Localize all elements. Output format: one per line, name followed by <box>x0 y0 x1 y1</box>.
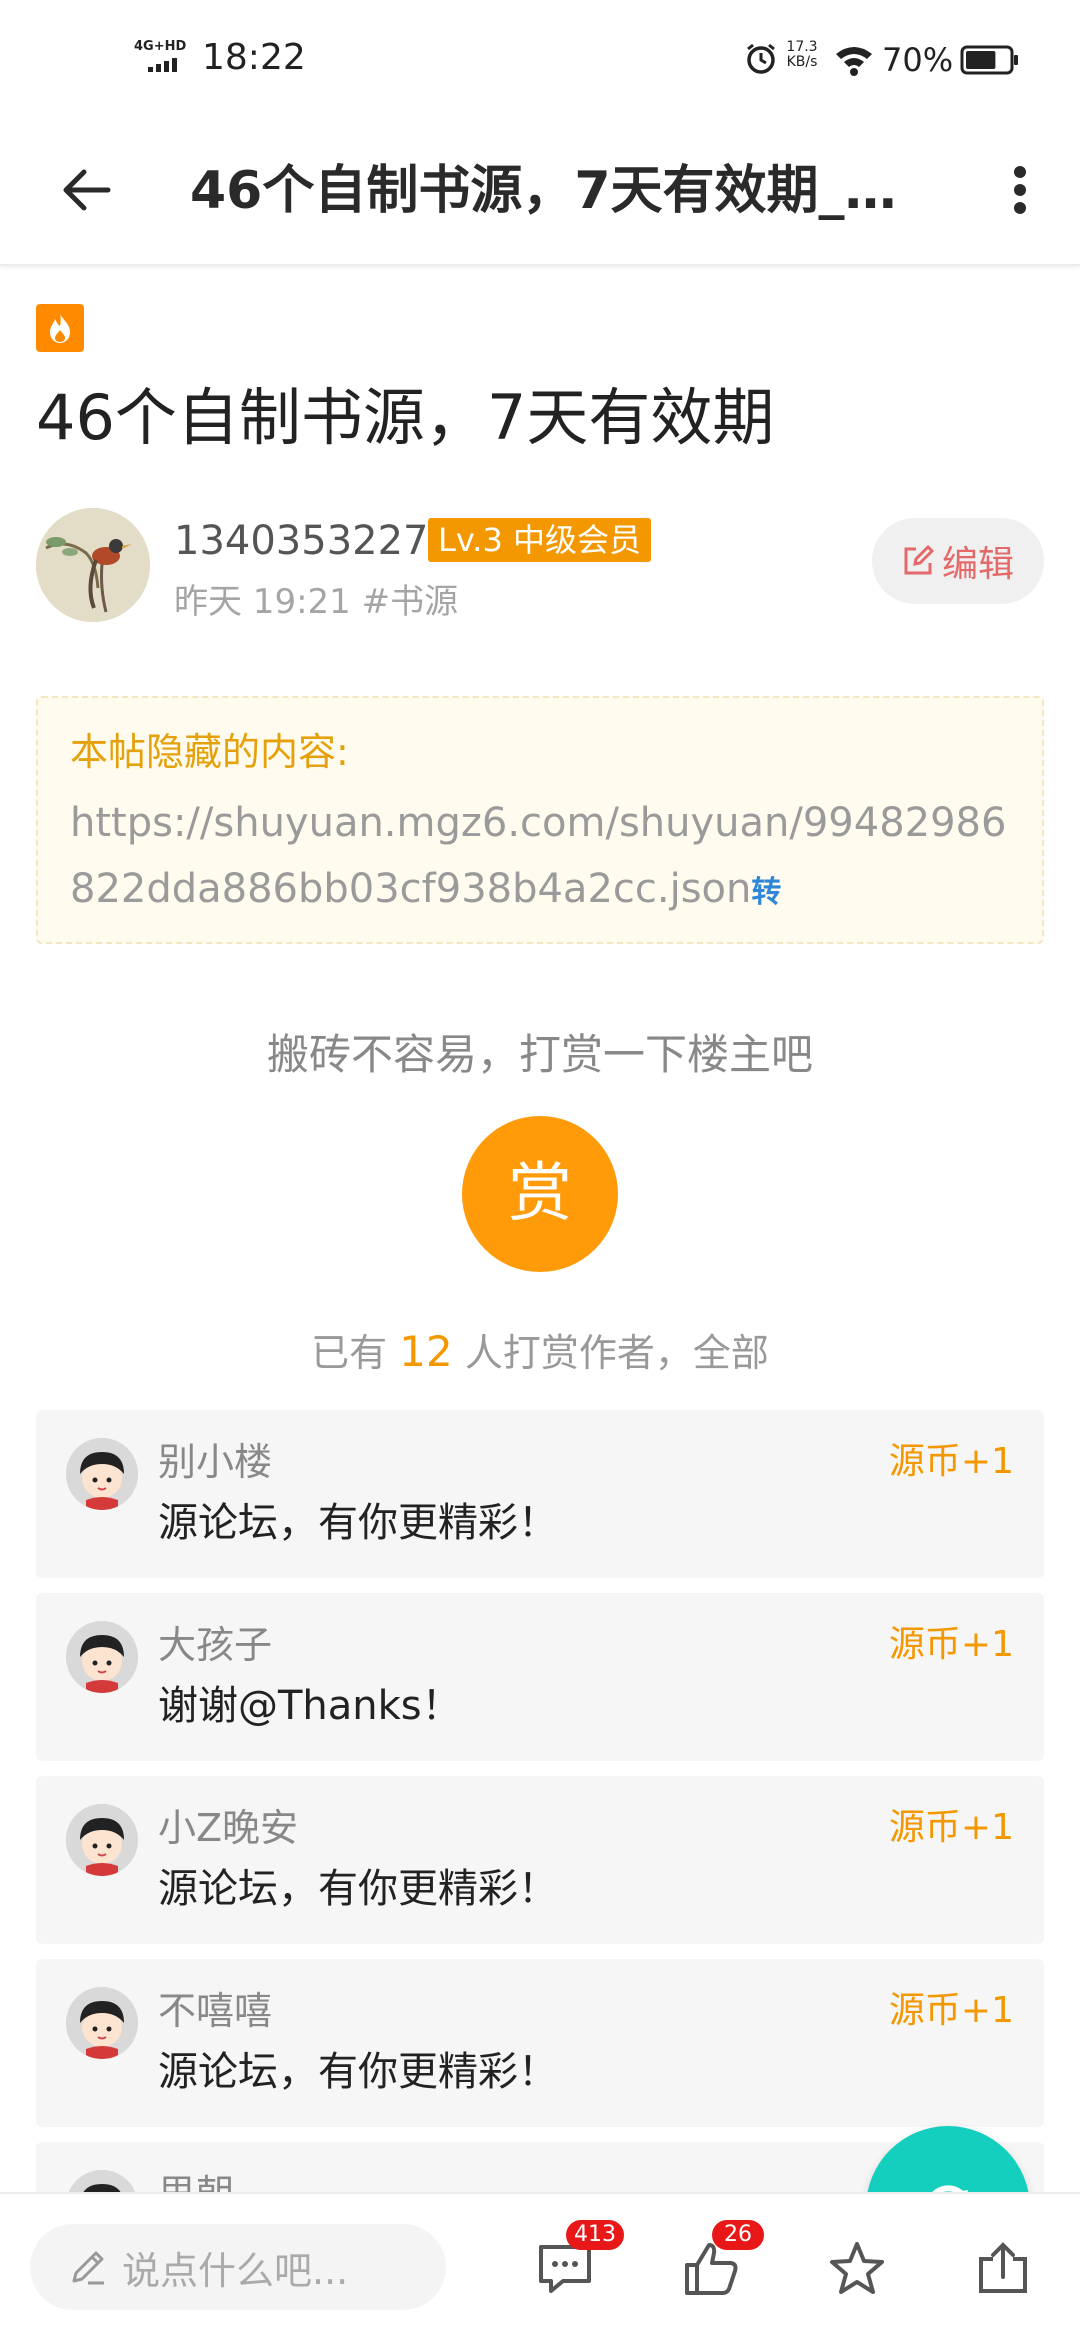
wifi-icon <box>836 47 872 76</box>
star-icon <box>830 2242 884 2294</box>
back-button[interactable] <box>46 150 126 230</box>
reward-message: 谢谢@Thanks！ <box>158 1683 462 1729</box>
reward-amount: 源币+1 <box>888 1990 1014 2031</box>
hidden-content-link[interactable]: https://shuyuan.mgz6.com/shuyuan/9948298… <box>70 790 1020 926</box>
bottom-bar: 说点什么吧... 413 26 <box>0 2192 1080 2340</box>
page-title: 46个自制书源，7天有效期_书源 <box>190 161 930 221</box>
reward-user-name[interactable]: 别小楼 <box>158 1436 272 1488</box>
clock: 18:22 <box>202 37 306 78</box>
reward-amount: 源币+1 <box>888 1807 1014 1848</box>
back-arrow-icon <box>63 169 111 211</box>
edit-label: 编辑 <box>941 544 1014 585</box>
likes-count-badge: 26 <box>712 2220 764 2250</box>
post-meta: 昨天 19:21 #书源 <box>174 582 459 622</box>
pencil-icon <box>72 2251 104 2285</box>
reward-user-name[interactable]: 小Z晚安 <box>158 1802 298 1854</box>
status-bar: 4G+HD 18:22 17.3 KB/s 70% <box>0 0 1080 120</box>
tip-button[interactable]: 赏 <box>462 1116 618 1272</box>
tip-prompt: 搬砖不容易，打赏一下楼主吧 <box>266 1030 813 1079</box>
edit-icon <box>904 545 934 575</box>
reward-message: 源论坛，有你更精彩！ <box>158 2049 558 2095</box>
hot-badge <box>36 304 84 352</box>
battery-percent: 70% <box>882 41 954 79</box>
hidden-content-box: 本帖隐藏的内容: https://shuyuan.mgz6.com/shuyua… <box>36 696 1044 944</box>
convert-link[interactable]: 转 <box>751 875 781 910</box>
hidden-content-label: 本帖隐藏的内容: <box>70 730 349 774</box>
more-vertical-icon <box>1014 166 1026 214</box>
tip-count[interactable]: 已有 12 人打赏作者，全部 <box>0 1322 1080 1383</box>
author-avatar[interactable] <box>36 508 150 622</box>
signal-icon <box>148 58 182 72</box>
reward-item[interactable]: 大孩子谢谢@Thanks！ 源币+1 <box>36 1593 1044 1761</box>
reward-amount: 源币+1 <box>888 1441 1014 1482</box>
flame-icon <box>50 313 70 343</box>
share-button[interactable] <box>968 2234 1038 2304</box>
bird-avatar-icon <box>36 508 150 622</box>
favorite-button[interactable] <box>822 2234 892 2304</box>
reward-user-avatar[interactable] <box>66 1438 138 1510</box>
reward-message: 源论坛，有你更精彩！ <box>158 1500 558 1546</box>
reward-item[interactable]: 别小楼源论坛，有你更精彩！ 源币+1 <box>36 1410 1044 1578</box>
comment-input[interactable]: 说点什么吧... <box>30 2224 446 2310</box>
comments-count-badge: 413 <box>566 2220 624 2250</box>
reward-item[interactable]: 不嘻嘻源论坛，有你更精彩！ 源币+1 <box>36 1959 1044 2127</box>
edit-button[interactable]: 编辑 <box>872 518 1044 604</box>
reward-user-avatar[interactable] <box>66 1987 138 2059</box>
author-name[interactable]: 1340353227 <box>174 514 429 568</box>
reward-user-name[interactable]: 不嘻嘻 <box>158 1985 272 2037</box>
reward-item[interactable]: 小Z晚安源论坛，有你更精彩！ 源币+1 <box>36 1776 1044 1944</box>
alarm-icon <box>747 43 775 74</box>
reward-message: 源论坛，有你更精彩！ <box>158 1866 558 1912</box>
level-badge: Lv.3 中级会员 <box>428 518 651 562</box>
reward-user-avatar[interactable] <box>66 1621 138 1693</box>
more-options-button[interactable] <box>990 150 1050 230</box>
app-bar: 46个自制书源，7天有效期_书源 <box>0 120 1080 266</box>
tip-count-number: 12 <box>399 1327 453 1376</box>
user-avatar-icon <box>66 1987 138 2059</box>
battery-icon <box>960 45 1018 75</box>
network-speed: 17.3 KB/s <box>786 39 818 70</box>
user-avatar-icon <box>66 1438 138 1510</box>
reward-user-avatar[interactable] <box>66 1804 138 1876</box>
reward-amount: 源币+1 <box>888 1624 1014 1665</box>
share-icon <box>979 2242 1027 2293</box>
post-title: 46个自制书源，7天有效期 <box>36 381 775 454</box>
user-avatar-icon <box>66 1621 138 1693</box>
like-button[interactable]: 26 <box>676 2220 764 2304</box>
comments-button[interactable]: 413 <box>530 2220 624 2304</box>
user-avatar-icon <box>66 1804 138 1876</box>
network-indicator: 4G+HD <box>134 39 187 54</box>
reward-user-name[interactable]: 大孩子 <box>158 1619 272 1671</box>
